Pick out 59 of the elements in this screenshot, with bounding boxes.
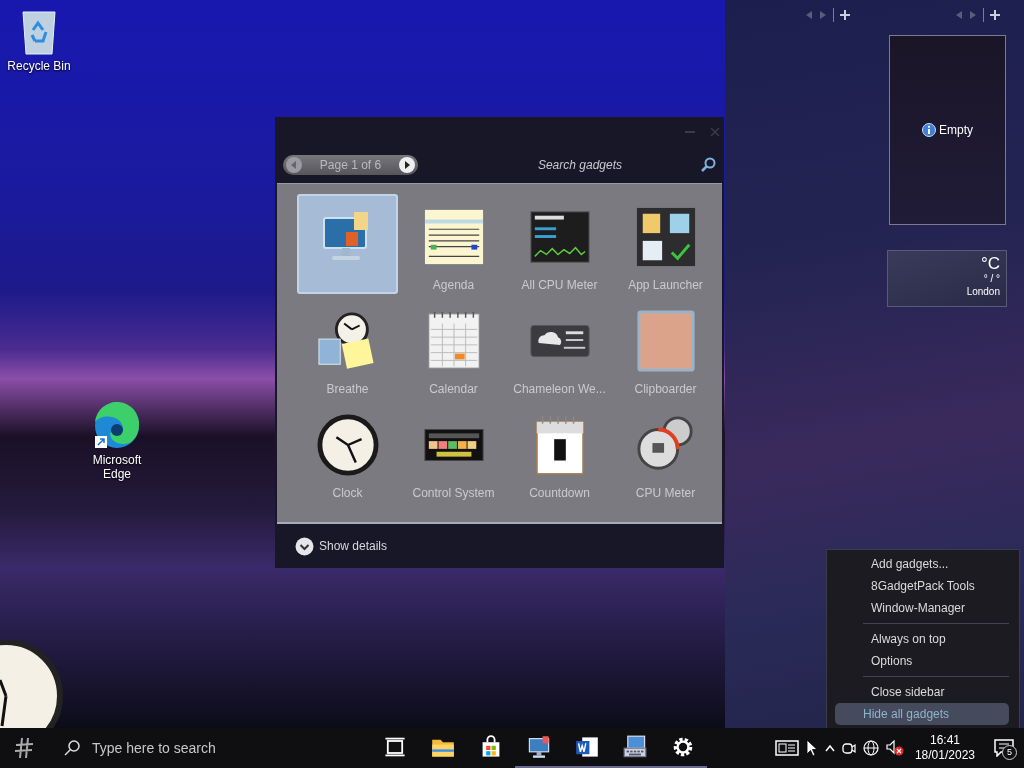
edge-browser-icon	[93, 402, 141, 450]
chevron-down-icon	[295, 536, 314, 556]
gadget-tile[interactable]: Clock	[297, 402, 398, 502]
menu-item[interactable]: 8GadgetPack Tools	[835, 575, 1009, 597]
show-details-button[interactable]: Show details	[295, 536, 388, 556]
cursor-icon	[805, 739, 818, 757]
keyboard-icon	[623, 735, 647, 759]
search-icon[interactable]	[700, 157, 716, 173]
settings-icon	[671, 735, 695, 759]
info-icon	[922, 123, 936, 137]
news-icon[interactable]	[774, 739, 799, 757]
gadget-tile[interactable]: App Launcher	[615, 194, 716, 294]
previous-icon[interactable]	[955, 10, 963, 20]
page-indicator: Page 1 of 6	[319, 158, 382, 172]
add-icon[interactable]	[840, 10, 850, 20]
add-icon[interactable]	[990, 10, 1000, 20]
gadget-tile[interactable]: Agenda	[403, 194, 504, 294]
notification-count: 5	[1002, 745, 1017, 760]
globe-icon[interactable]	[862, 740, 879, 756]
clock-icon	[315, 414, 380, 476]
notification-button[interactable]: 5	[990, 733, 1018, 763]
previous-page-icon[interactable]	[285, 156, 303, 174]
speaker-muted-icon[interactable]	[885, 740, 904, 756]
search-icon	[64, 740, 80, 756]
monitor-icon	[527, 735, 551, 759]
search-field[interactable]: Search gadgets	[426, 154, 692, 176]
menu-item[interactable]: Hide all gadgets	[835, 703, 1009, 725]
gadget-tile[interactable]: All CPU Meter	[509, 194, 610, 294]
clock-button[interactable]: 16:41 18/01/2023	[914, 733, 975, 763]
chevron-up-icon[interactable]	[824, 744, 835, 752]
menu-item[interactable]: Close sidebar	[835, 681, 1009, 703]
camera-icon[interactable]	[841, 740, 856, 756]
gadget-tile[interactable]: Calendar	[403, 298, 504, 398]
empty-label: Empty	[939, 123, 973, 137]
temperature-range: ° / °	[983, 273, 1000, 284]
menu-item[interactable]: Always on top	[835, 628, 1009, 650]
temperature-text: °C	[980, 255, 1000, 273]
city-label: London	[966, 286, 1000, 297]
desktop-shortcut[interactable]: Recycle Bin	[2, 8, 76, 73]
gadget-tile[interactable]	[297, 194, 398, 294]
gadget-tile[interactable]: CPU Meter	[615, 402, 716, 502]
desktop-shortcut[interactable]: Microsoft Edge	[80, 402, 154, 481]
gadget-tile[interactable]: Breathe	[297, 298, 398, 398]
menu-item[interactable]: Options	[835, 650, 1009, 672]
task-view-icon	[383, 735, 407, 759]
menu-item[interactable]: Add gadgets...	[835, 553, 1009, 575]
gadget-tile[interactable]: Countdown	[509, 402, 610, 502]
next-page-icon[interactable]	[398, 156, 416, 174]
next-icon[interactable]	[819, 10, 827, 20]
search-field[interactable]: Type here to search	[90, 739, 354, 757]
gadget-tile[interactable]: Clipboarder	[615, 298, 716, 398]
previous-icon[interactable]	[805, 10, 813, 20]
gadget-tile[interactable]: Control System	[403, 402, 504, 502]
document-w-icon	[575, 735, 599, 759]
gadget-tile[interactable]: Chameleon We...	[509, 298, 610, 398]
message-icon	[994, 739, 1014, 757]
next-icon[interactable]	[969, 10, 977, 20]
start-logo-icon	[14, 737, 34, 759]
menu-item[interactable]: Window-Manager	[835, 597, 1009, 619]
